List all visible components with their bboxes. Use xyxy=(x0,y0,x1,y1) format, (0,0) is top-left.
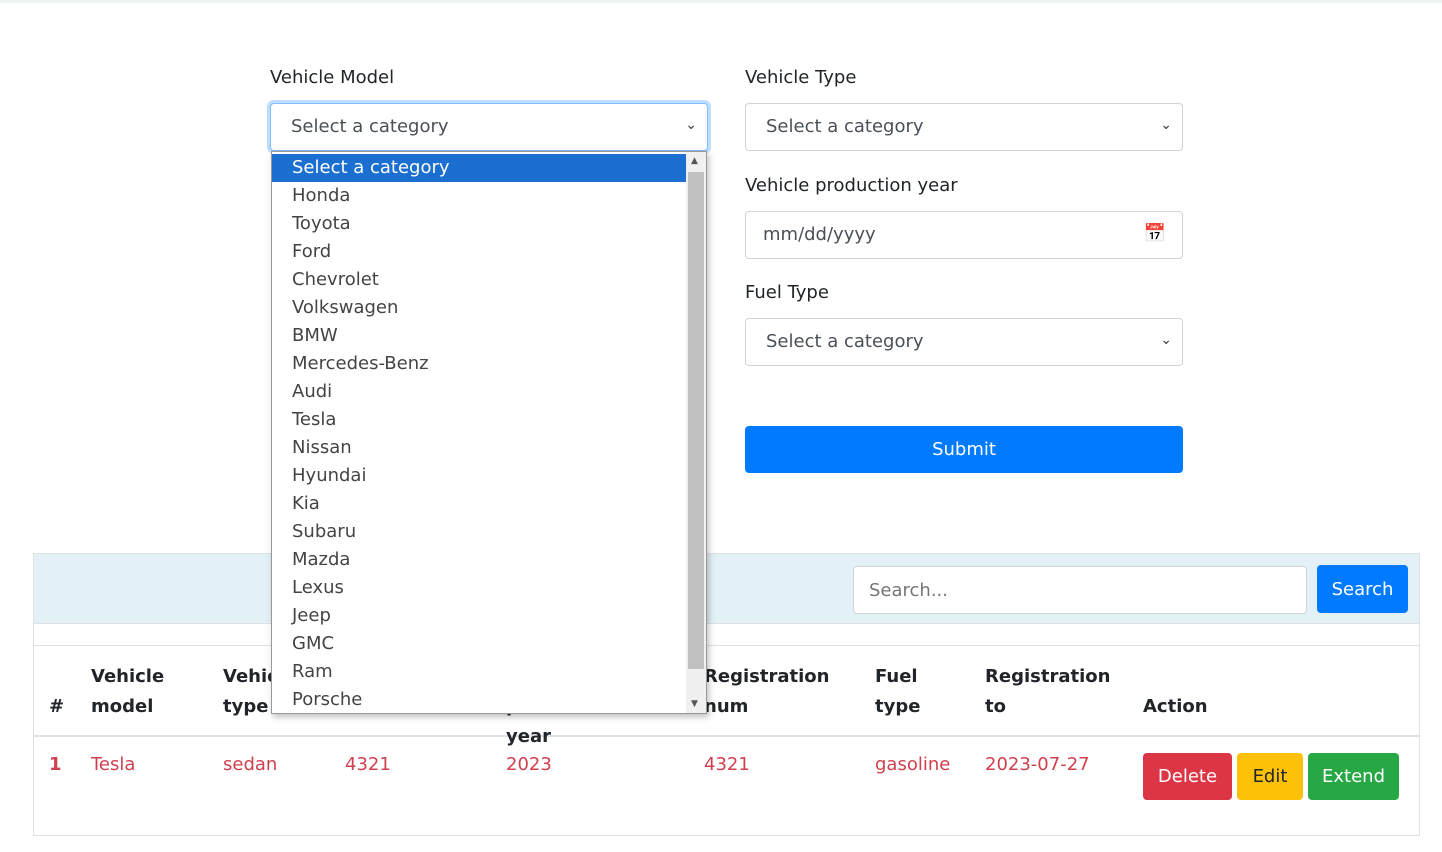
scroll-up-icon[interactable]: ▲ xyxy=(691,156,698,166)
header-fuel-type: Fuel type xyxy=(875,666,921,717)
delete-button[interactable]: Delete xyxy=(1143,753,1232,800)
dropdown-option[interactable]: Hyundai xyxy=(272,462,686,490)
dropdown-option[interactable]: Mercedes-Benz xyxy=(272,350,686,378)
calendar-icon[interactable]: 📅 xyxy=(1144,223,1166,244)
edit-button[interactable]: Edit xyxy=(1237,753,1303,800)
header-registration-to: Registration to xyxy=(985,666,1111,717)
vehicle-type-value: Select a category xyxy=(766,116,924,137)
vehicle-type-select[interactable]: Select a category ⌄ xyxy=(745,103,1183,151)
scroll-down-icon[interactable]: ▼ xyxy=(691,699,698,709)
scrollbar-thumb[interactable] xyxy=(688,172,704,669)
dropdown-option[interactable]: Kia xyxy=(272,490,686,518)
production-year-input[interactable]: mm/dd/yyyy 📅 xyxy=(745,211,1183,259)
date-placeholder: mm/dd/yyyy xyxy=(763,224,876,245)
chevron-down-icon: ⌄ xyxy=(685,117,697,133)
fuel-type-select[interactable]: Select a category ⌄ xyxy=(745,318,1183,366)
cell-registration-to: 2023-07-27 xyxy=(985,754,1090,775)
cell-type: sedan xyxy=(223,754,278,775)
dropdown-option[interactable]: Ram xyxy=(272,658,686,686)
dropdown-option[interactable]: Ford xyxy=(272,238,686,266)
search-button[interactable]: Search xyxy=(1317,565,1408,613)
cell-model: Tesla xyxy=(91,754,136,775)
scrollbar[interactable]: ▲ ▼ xyxy=(686,152,706,713)
vehicle-model-select[interactable]: Select a category ⌄ xyxy=(270,103,708,151)
vehicle-table-card: Search # Vehicle model Vehicle type Vehi… xyxy=(33,553,1420,836)
cell-year: 2023 xyxy=(506,754,552,775)
dropdown-option[interactable]: Volkswagen xyxy=(272,294,686,322)
cell-num: 1 xyxy=(49,754,62,775)
header-registration-num: Registration num xyxy=(704,666,830,717)
dropdown-option[interactable]: GMC xyxy=(272,630,686,658)
extend-button[interactable]: Extend xyxy=(1308,753,1399,800)
header-num: # xyxy=(49,696,65,717)
cell-registration-num: 4321 xyxy=(704,754,750,775)
search-input[interactable] xyxy=(853,566,1307,614)
dropdown-option[interactable]: Porsche xyxy=(272,686,686,713)
cell-fuel: gasoline xyxy=(875,754,951,775)
dropdown-option[interactable]: BMW xyxy=(272,322,686,350)
dropdown-option[interactable]: Toyota xyxy=(272,210,686,238)
cell-col4: 4321 xyxy=(345,754,391,775)
fuel-type-value: Select a category xyxy=(766,331,924,352)
fuel-type-label: Fuel Type xyxy=(745,282,829,303)
top-border xyxy=(0,0,1442,3)
production-year-label: Vehicle production year xyxy=(745,175,958,196)
submit-button[interactable]: Submit xyxy=(745,426,1183,473)
table-header: # Vehicle model Vehicle type Vehicle pro… xyxy=(34,645,1419,747)
vehicle-model-label: Vehicle Model xyxy=(270,67,395,88)
chevron-down-icon: ⌄ xyxy=(1160,117,1172,133)
chevron-down-icon: ⌄ xyxy=(1160,332,1172,348)
dropdown-option[interactable]: Subaru xyxy=(272,518,686,546)
dropdown-option[interactable]: Select a category xyxy=(272,154,686,182)
dropdown-option[interactable]: Chevrolet xyxy=(272,266,686,294)
dropdown-option[interactable]: Honda xyxy=(272,182,686,210)
dropdown-option[interactable]: Audi xyxy=(272,378,686,406)
header-model: Vehicle model xyxy=(91,666,165,717)
vehicle-model-value: Select a category xyxy=(291,116,449,137)
vehicle-type-label: Vehicle Type xyxy=(745,67,857,88)
dropdown-option[interactable]: Tesla xyxy=(272,406,686,434)
dropdown-option[interactable]: Mazda xyxy=(272,546,686,574)
header-action: Action xyxy=(1143,696,1208,717)
dropdown-option[interactable]: Nissan xyxy=(272,434,686,462)
table-toolbar: Search xyxy=(34,554,1419,624)
dropdown-option[interactable]: Jeep xyxy=(272,602,686,630)
dropdown-option[interactable]: Lexus xyxy=(272,574,686,602)
vehicle-model-dropdown-list[interactable]: Select a category Honda Toyota Ford Chevrole… xyxy=(271,151,707,714)
